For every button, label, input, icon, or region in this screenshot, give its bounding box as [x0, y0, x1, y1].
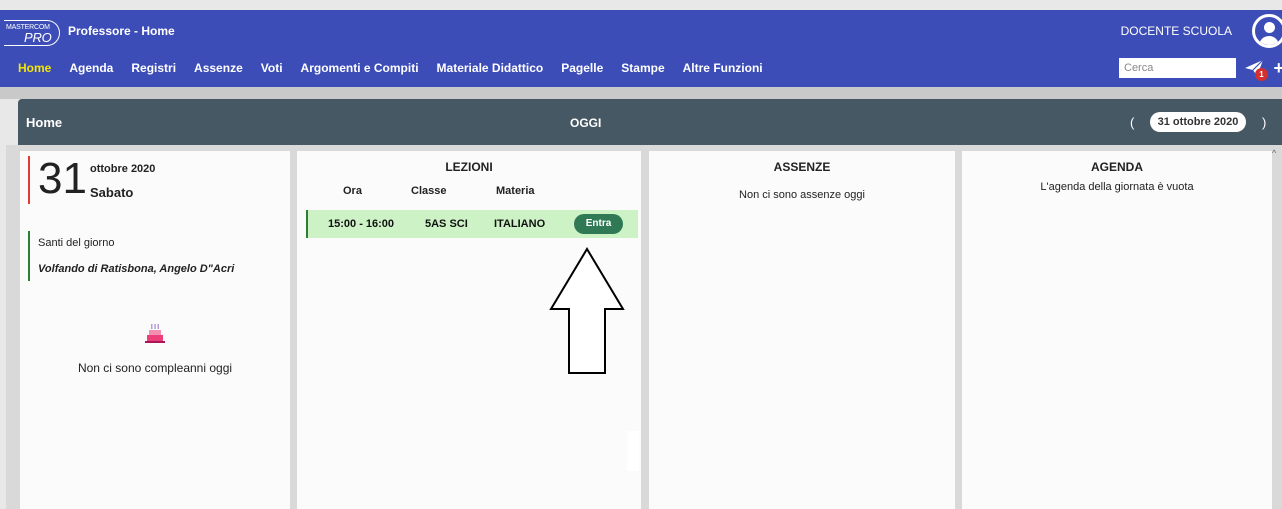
lesson-class: 5AS SCI: [425, 218, 468, 230]
user-avatar-icon[interactable]: [1252, 14, 1282, 48]
saints-names: Volfando di Ratisbona, Angelo D"Acri: [38, 263, 235, 275]
enter-lesson-button[interactable]: Entra: [574, 214, 623, 234]
weekday: Sabato: [90, 185, 134, 200]
app-root: MASTERCOM PRO Professore - Home DOCENTE …: [0, 0, 1282, 509]
app-title: Professore - Home: [68, 24, 175, 38]
today-label: OGGI: [570, 116, 602, 130]
col-header-ora: Ora: [343, 185, 362, 197]
up-arrow-icon: [549, 247, 625, 374]
lesson-subject: ITALIANO: [494, 218, 546, 230]
absences-message: Non ci sono assenze oggi: [739, 189, 865, 201]
lessons-panel: LEZIONI Ora Classe Materia 15:00 - 16:00…: [297, 151, 641, 509]
header-divider: [0, 87, 1282, 99]
nav-materiale-didattico[interactable]: Materiale Didattico: [437, 61, 544, 75]
next-date-button[interactable]: ): [1262, 115, 1266, 130]
saints-label: Santi del giorno: [38, 237, 115, 249]
mastercom-logo[interactable]: MASTERCOM PRO: [4, 20, 60, 46]
absences-title: ASSENZE: [773, 160, 831, 174]
today-panel: 31 ottobre 2020 Sabato Santi del giorno …: [20, 151, 290, 509]
section-title: Home: [26, 115, 63, 130]
scroll-up-icon[interactable]: ^: [1272, 148, 1280, 158]
logo-bottom-text: PRO: [24, 30, 52, 45]
nav-agenda[interactable]: Agenda: [69, 61, 113, 75]
big-date: 31: [28, 156, 87, 204]
birthday-cake-icon: [145, 324, 165, 343]
nav-pagelle[interactable]: Pagelle: [561, 61, 603, 75]
saints-box: Santi del giorno Volfando di Ratisbona, …: [28, 231, 234, 281]
main-nav: Home Agenda Registri Assenze Voti Argome…: [18, 61, 781, 75]
birthdays-message: Non ci sono compleanni oggi: [77, 361, 233, 375]
nav-registri[interactable]: Registri: [131, 61, 176, 75]
nav-assenze[interactable]: Assenze: [194, 61, 243, 75]
panel-tab: [627, 431, 639, 471]
nav-voti[interactable]: Voti: [261, 61, 283, 75]
prev-date-button[interactable]: (: [1130, 115, 1134, 130]
agenda-panel: AGENDA L'agenda della giornata è vuota: [962, 151, 1272, 509]
nav-argomenti-compiti[interactable]: Argomenti e Compiti: [301, 61, 419, 75]
nav-stampe[interactable]: Stampe: [621, 61, 664, 75]
table-row: 15:00 - 16:00 5AS SCI ITALIANO Entra: [306, 210, 638, 238]
section-bar: Home OGGI ( 31 ottobre 2020 ): [18, 99, 1282, 145]
agenda-title: AGENDA: [1090, 160, 1143, 174]
col-header-classe: Classe: [411, 185, 447, 197]
absences-panel: ASSENZE Non ci sono assenze oggi: [649, 151, 955, 509]
date-picker[interactable]: 31 ottobre 2020: [1150, 112, 1246, 132]
nav-altre-funzioni[interactable]: Altre Funzioni: [683, 61, 763, 75]
lesson-time: 15:00 - 16:00: [328, 218, 395, 230]
search-input[interactable]: [1119, 58, 1236, 78]
notification-badge: 1: [1255, 68, 1268, 81]
col-header-materia: Materia: [496, 185, 535, 197]
lessons-title: LEZIONI: [445, 160, 493, 174]
top-bar: MASTERCOM PRO Professore - Home DOCENTE …: [0, 10, 1282, 87]
plus-icon[interactable]: +: [1273, 59, 1282, 77]
day-number: 31: [38, 154, 87, 203]
nav-home[interactable]: Home: [18, 61, 51, 75]
dashboard-content: 31 ottobre 2020 Sabato Santi del giorno …: [6, 145, 1282, 509]
agenda-message: L'agenda della giornata è vuota: [1040, 181, 1194, 193]
user-name[interactable]: DOCENTE SCUOLA: [1121, 24, 1232, 38]
month-year: ottobre 2020: [90, 163, 156, 175]
